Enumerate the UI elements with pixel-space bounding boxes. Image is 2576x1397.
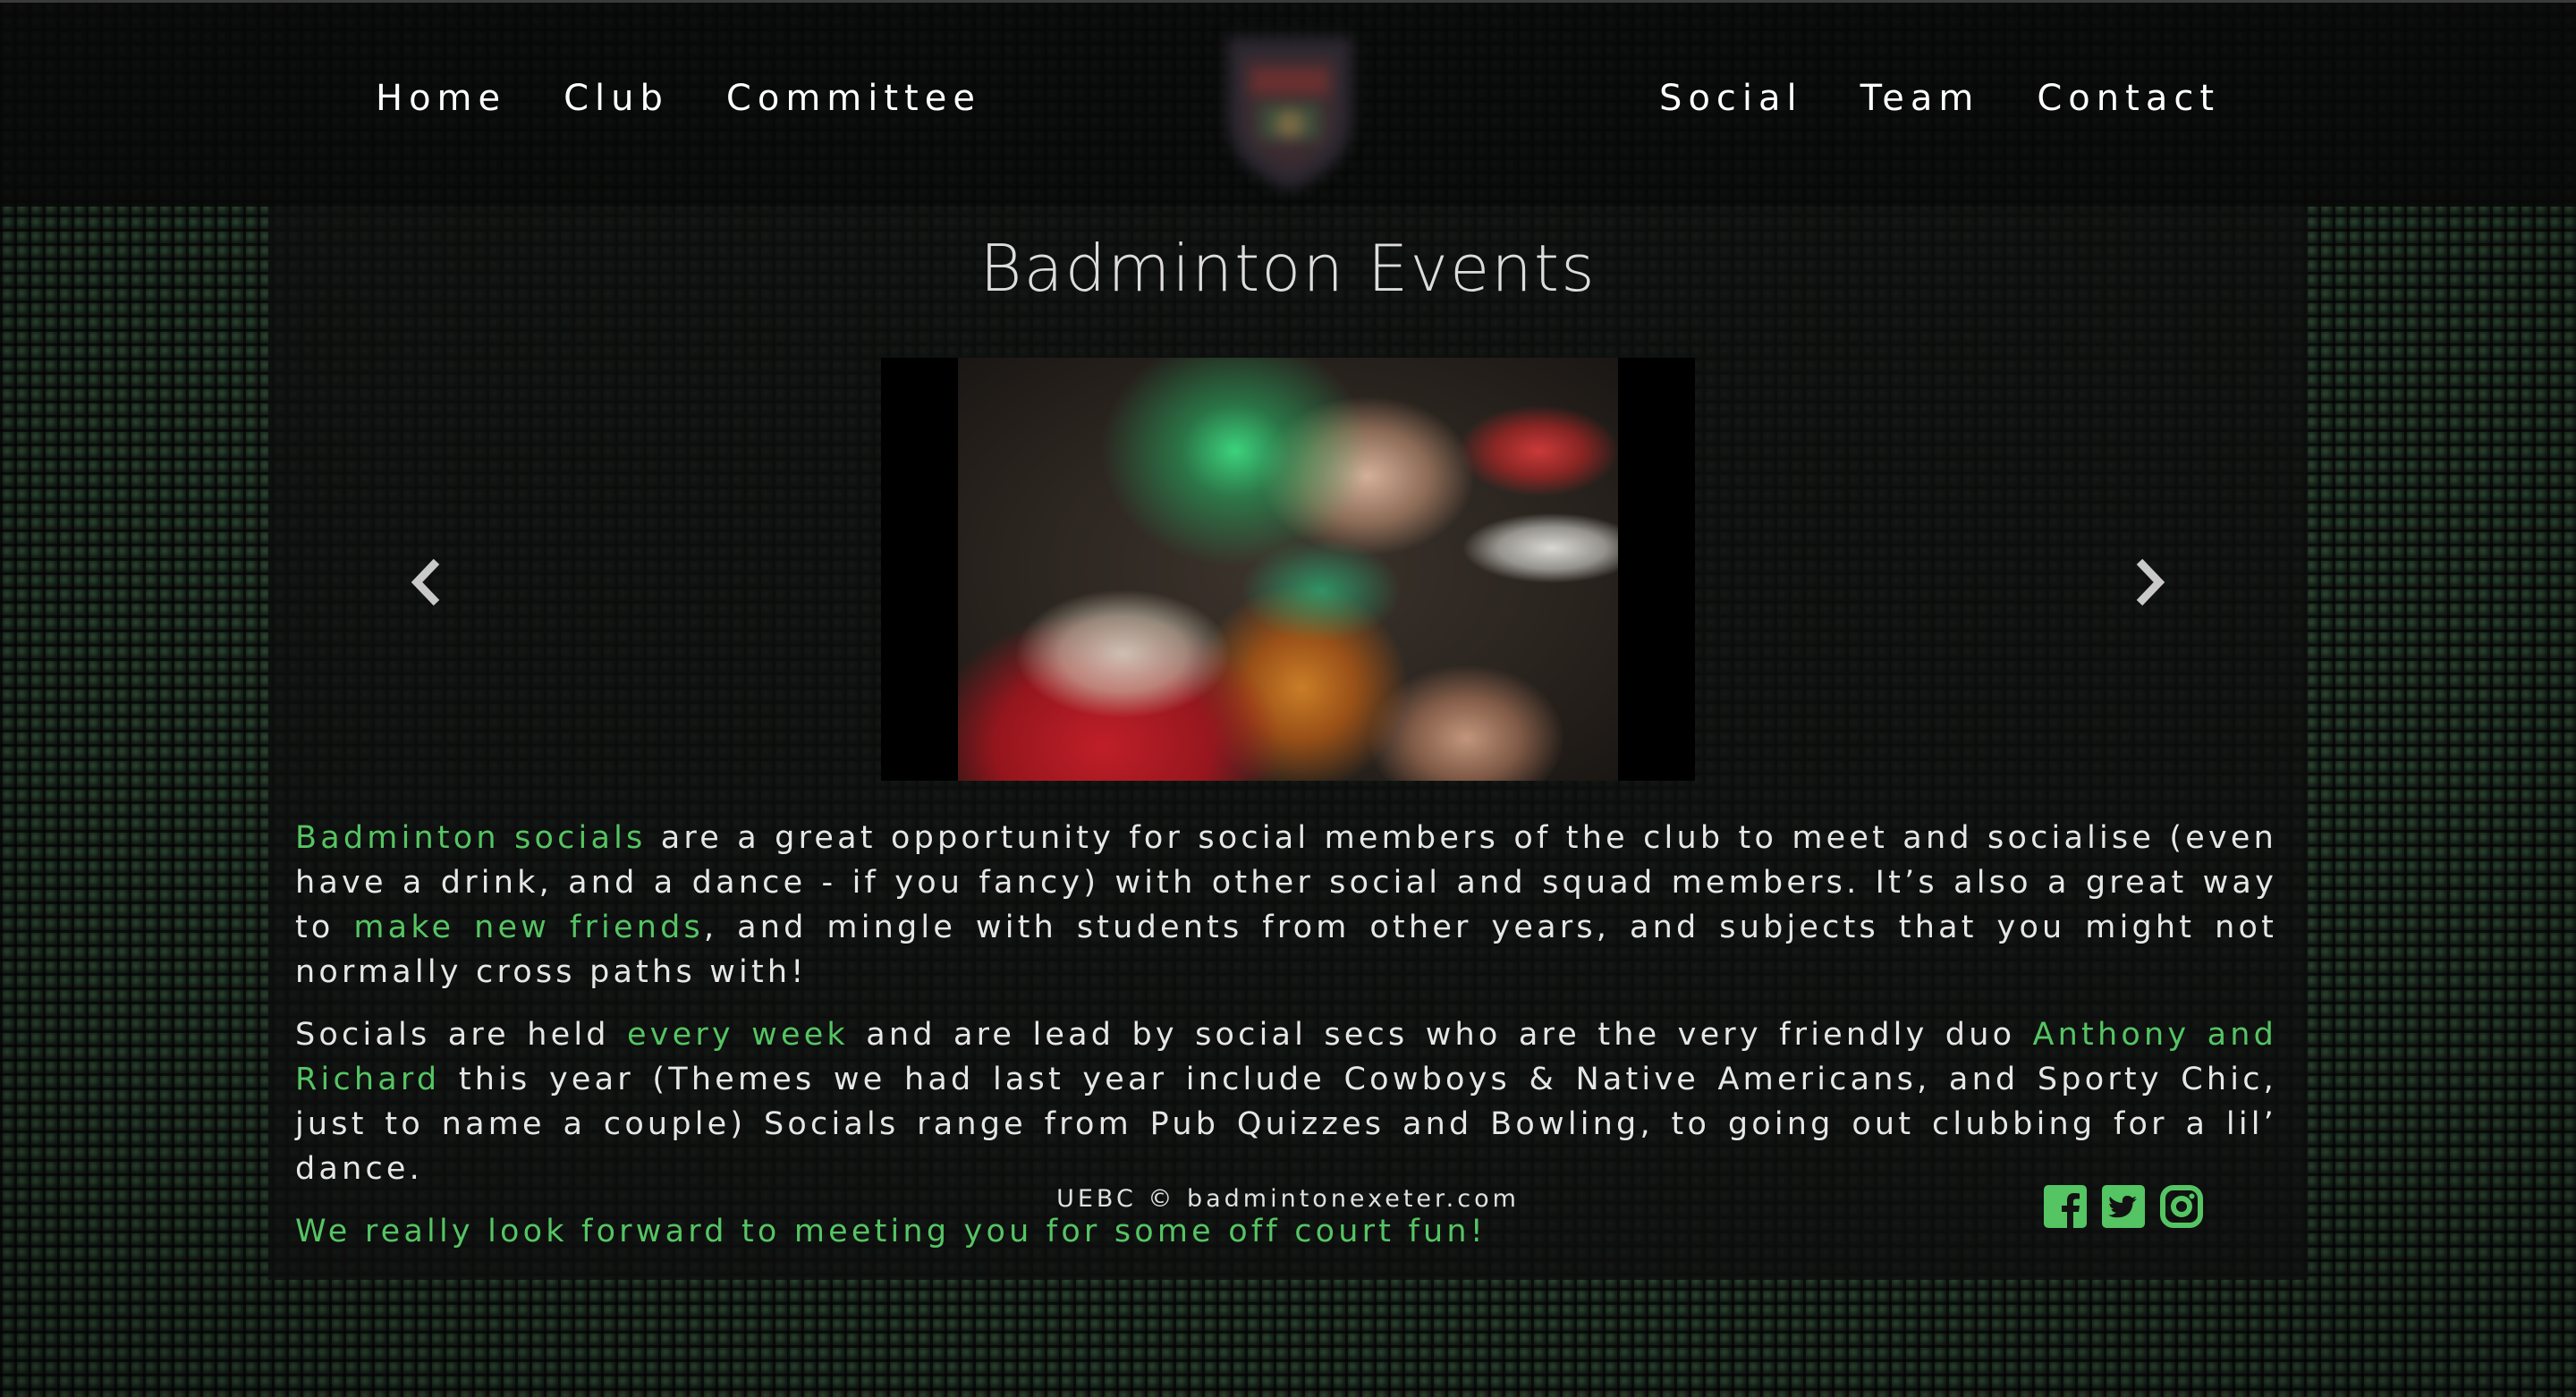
instagram-icon — [2160, 1185, 2203, 1228]
nav-home-link[interactable]: Home — [376, 78, 506, 119]
instagram-link[interactable] — [2159, 1184, 2204, 1229]
carousel-prev-button[interactable] — [401, 551, 454, 614]
schedule-text-1: Socials are held — [295, 1017, 627, 1053]
nav-committee-link[interactable]: Committee — [726, 78, 981, 119]
photo-carousel — [881, 358, 1695, 781]
nav-team-link[interactable]: Team — [1860, 78, 1980, 119]
nav-right: Social Team Contact — [1631, 78, 2249, 119]
twitter-link[interactable] — [2101, 1184, 2146, 1229]
chevron-left-icon — [411, 558, 440, 606]
page-title: Badminton Events — [979, 231, 1597, 306]
nav-contact-link[interactable]: Contact — [2037, 78, 2220, 119]
facebook-link[interactable] — [2043, 1184, 2088, 1229]
schedule-text-2: and are lead by social secs who are the … — [848, 1017, 2033, 1053]
closing-line: We really look forward to meeting you fo… — [295, 1214, 1487, 1249]
nav-social-link[interactable]: Social — [1659, 78, 1803, 119]
nav-club-link[interactable]: Club — [564, 78, 669, 119]
carousel-photo — [958, 358, 1618, 781]
badminton-socials-highlight: Badminton socials — [295, 820, 647, 856]
make-new-friends-highlight: make new friends — [353, 910, 704, 945]
social-links — [2043, 1184, 2217, 1229]
every-week-highlight: every week — [626, 1017, 849, 1053]
twitter-icon — [2102, 1185, 2145, 1228]
schedule-text-3: this year (Themes we had last year inclu… — [295, 1062, 2277, 1187]
carousel-next-button[interactable] — [2122, 551, 2175, 614]
schedule-paragraph: Socials are held every week and are lead… — [295, 1012, 2277, 1191]
intro-paragraph: Badminton socials are a great opportunit… — [295, 816, 2277, 995]
nav-left: Home Club Committee — [347, 78, 1010, 119]
club-logo[interactable] — [1215, 19, 1365, 198]
chevron-right-icon — [2136, 558, 2165, 606]
navbar: Home Club Committee Social Team Contact — [0, 3, 2576, 207]
facebook-icon — [2044, 1185, 2087, 1228]
